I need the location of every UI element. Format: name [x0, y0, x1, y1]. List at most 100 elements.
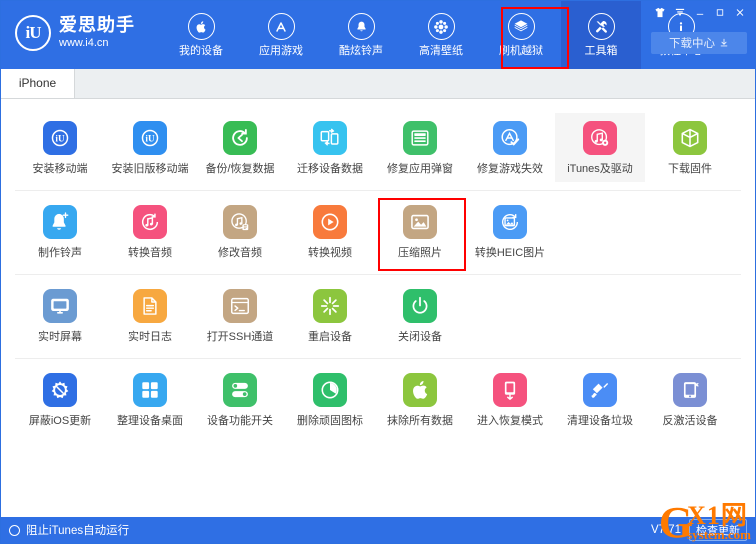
- tab-iphone[interactable]: iPhone: [1, 68, 75, 98]
- download-center-label: 下载中心: [669, 38, 715, 50]
- block-itunes-toggle[interactable]: 阻止iTunes自动运行: [9, 522, 129, 538]
- tool-label: 设备功能开关: [207, 415, 273, 427]
- backup-restore-icon: [223, 121, 257, 155]
- tool-label: 打开SSH通道: [206, 331, 274, 343]
- ssh-terminal-icon: [223, 289, 257, 323]
- radio-icon[interactable]: [9, 524, 20, 536]
- deactivate-icon: [673, 373, 707, 407]
- reboot-icon: [313, 289, 347, 323]
- tool-realtime-screen[interactable]: 实时屏幕: [15, 281, 105, 350]
- minimize-icon[interactable]: [691, 4, 709, 20]
- nav-item-my-device[interactable]: 我的设备: [161, 1, 241, 69]
- tool-label: 备份/恢复数据: [205, 163, 275, 175]
- menu-icon[interactable]: [671, 4, 689, 20]
- tool-backup-restore-data[interactable]: 备份/恢复数据: [195, 113, 285, 182]
- nav-item-wallpapers[interactable]: 高清壁纸: [401, 1, 481, 69]
- nav-label: 高清壁纸: [419, 45, 463, 57]
- realtime-screen-icon: [43, 289, 77, 323]
- tool-open-ssh-channel[interactable]: 打开SSH通道: [195, 281, 285, 350]
- nav-label: 工具箱: [584, 45, 618, 57]
- i4-old-app-icon: iU: [133, 121, 167, 155]
- tool-edit-audio[interactable]: 修改音频: [195, 197, 285, 266]
- tool-label: 下载固件: [668, 163, 712, 175]
- brand-logo-area: iU 爱思助手 www.i4.cn: [1, 1, 161, 51]
- tool-convert-heic-image[interactable]: 转换HEIC图片: [465, 197, 555, 266]
- tool-label: 安装旧版移动端: [111, 163, 189, 175]
- tool-clean-device-junk[interactable]: 清理设备垃圾: [555, 365, 645, 434]
- appstore-fix-icon: [493, 121, 527, 155]
- tool-install-mobile-client[interactable]: iU 安装移动端: [15, 113, 105, 182]
- tab-label: iPhone: [18, 76, 57, 90]
- tool-label: 整理设备桌面: [117, 415, 183, 427]
- tool-install-legacy-mobile-client[interactable]: iU 安装旧版移动端: [105, 113, 195, 182]
- tool-label: 转换音频: [128, 247, 172, 259]
- tool-row: 实时屏幕 实时日志 打开SSH通道 重启设备 关闭设备: [15, 275, 741, 359]
- tool-label: 制作铃声: [38, 247, 82, 259]
- tool-block-ios-update[interactable]: 屏蔽iOS更新: [15, 365, 105, 434]
- tool-deactivate-device[interactable]: 反激活设备: [645, 365, 735, 434]
- skin-icon[interactable]: [651, 4, 669, 20]
- device-transfer-icon: [313, 121, 347, 155]
- tool-organize-device-desktop[interactable]: 整理设备桌面: [105, 365, 195, 434]
- tool-erase-all-data[interactable]: 抹除所有数据: [375, 365, 465, 434]
- clean-junk-icon: [583, 373, 617, 407]
- tool-enter-recovery-mode[interactable]: 进入恢复模式: [465, 365, 555, 434]
- check-update-button[interactable]: 检查更新: [689, 519, 747, 541]
- tool-device-feature-switch[interactable]: 设备功能开关: [195, 365, 285, 434]
- tool-grid: iU 安装移动端 iU 安装旧版移动端 备份/恢复数据 迁移设备数据 修复应用弹…: [1, 99, 755, 442]
- nav-item-apps-games[interactable]: 应用游戏: [241, 1, 321, 69]
- tool-make-ringtone[interactable]: 制作铃声: [15, 197, 105, 266]
- tool-convert-video[interactable]: 转换视频: [285, 197, 375, 266]
- appstore-icon: [267, 13, 295, 40]
- tool-download-firmware[interactable]: 下载固件: [645, 113, 735, 182]
- brand-name: 爱思助手: [59, 15, 135, 36]
- nav-label: 应用游戏: [259, 45, 303, 57]
- window-controls: [651, 4, 749, 20]
- tool-label: 安装移动端: [32, 163, 88, 175]
- nav-label: 酷炫铃声: [339, 45, 383, 57]
- tool-fix-game-failure[interactable]: 修复游戏失效: [465, 113, 555, 182]
- tool-delete-stuck-icon[interactable]: 删除顽固图标: [285, 365, 375, 434]
- photo-compress-icon: [403, 205, 437, 239]
- tool-row: 屏蔽iOS更新 整理设备桌面 设备功能开关 删除顽固图标 抹除所有数据 进入恢复…: [15, 359, 741, 442]
- tool-realtime-log[interactable]: 实时日志: [105, 281, 195, 350]
- erase-all-icon: [403, 373, 437, 407]
- i4-app-icon: iU: [43, 121, 77, 155]
- tool-label: 修改音频: [218, 247, 262, 259]
- nav-item-ringtones[interactable]: 酷炫铃声: [321, 1, 401, 69]
- box-arrow-icon: [507, 13, 535, 40]
- tool-migrate-device-data[interactable]: 迁移设备数据: [285, 113, 375, 182]
- bell-icon: [347, 13, 375, 40]
- tool-reboot-device[interactable]: 重启设备: [285, 281, 375, 350]
- app-window: iU 爱思助手 www.i4.cn 我的设备 应用游戏 酷炫铃声 高清壁纸 刷机…: [0, 0, 756, 544]
- maximize-icon[interactable]: [711, 4, 729, 20]
- tool-itunes-and-drivers[interactable]: iTunes及驱动: [555, 113, 645, 182]
- appleid-fix-icon: [403, 121, 437, 155]
- tool-shutdown-device[interactable]: 关闭设备: [375, 281, 465, 350]
- tool-row: 制作铃声 转换音频 修改音频 转换视频 压缩照片 转换HEIC图片: [15, 191, 741, 275]
- tool-compress-photo[interactable]: 压缩照片: [375, 197, 465, 266]
- recovery-mode-icon: [493, 373, 527, 407]
- tool-label: 压缩照片: [398, 247, 442, 259]
- tool-label: 进入恢复模式: [477, 415, 543, 427]
- status-bar: 阻止iTunes自动运行 V7.71 检查更新: [1, 517, 755, 543]
- tool-label: 修复应用弹窗: [387, 163, 453, 175]
- download-center-button[interactable]: 下载中心: [651, 32, 747, 54]
- desktop-organize-icon: [133, 373, 167, 407]
- tool-fix-app-popup[interactable]: 修复应用弹窗: [375, 113, 465, 182]
- nav-item-flash-jailbreak[interactable]: 刷机越狱: [481, 1, 561, 69]
- ringtone-make-icon: [43, 205, 77, 239]
- tool-label: 抹除所有数据: [387, 415, 453, 427]
- tool-convert-audio[interactable]: 转换音频: [105, 197, 195, 266]
- svg-text:iU: iU: [145, 134, 155, 144]
- tool-label: 重启设备: [308, 331, 352, 343]
- tool-label: 清理设备垃圾: [567, 415, 633, 427]
- delete-icon-icon: [313, 373, 347, 407]
- nav-label: 我的设备: [179, 45, 223, 57]
- tool-label: 转换视频: [308, 247, 352, 259]
- audio-edit-icon: [223, 205, 257, 239]
- tool-label: 反激活设备: [662, 415, 718, 427]
- brand-logo-text: iU: [25, 23, 42, 42]
- nav-item-toolbox[interactable]: 工具箱: [561, 1, 641, 69]
- close-icon[interactable]: [731, 4, 749, 20]
